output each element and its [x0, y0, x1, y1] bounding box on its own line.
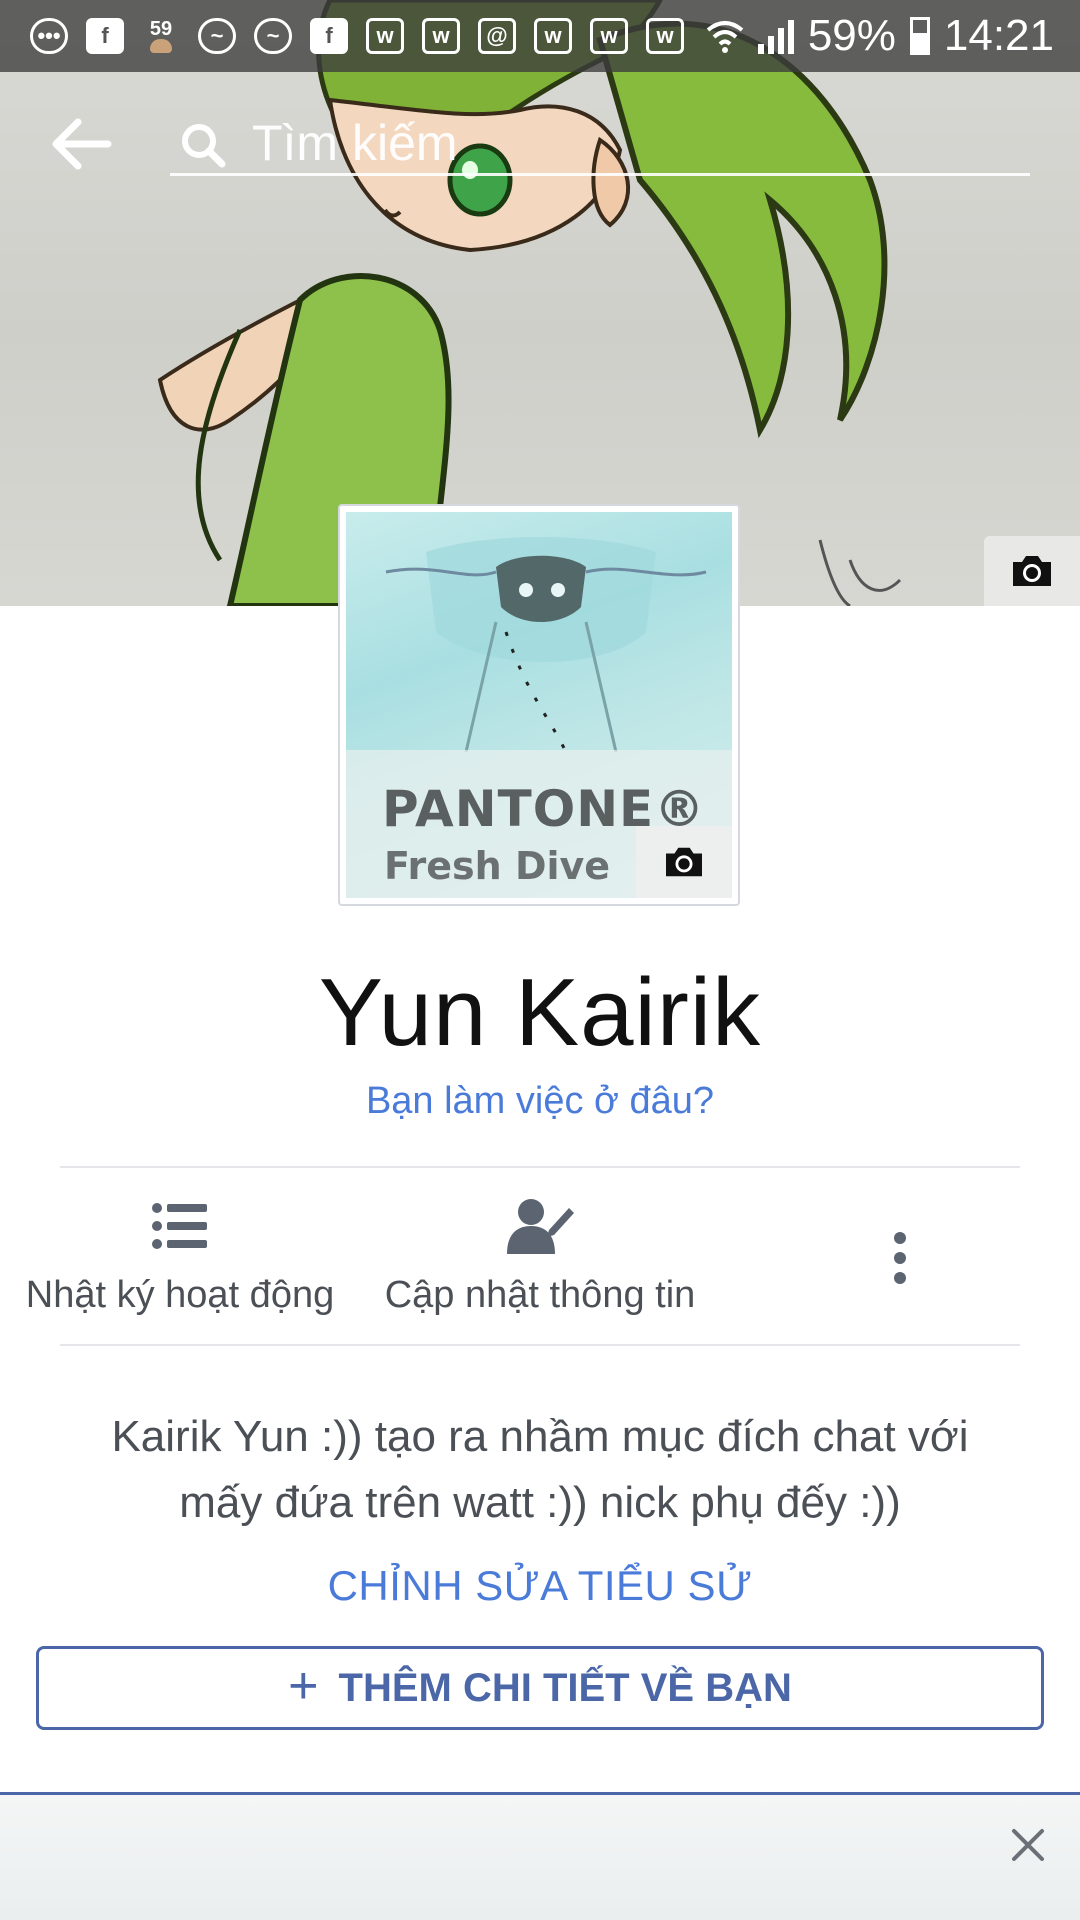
close-icon[interactable]	[1006, 1823, 1050, 1867]
messenger-icon: ~	[198, 18, 236, 54]
suggestion-card[interactable]	[0, 1792, 1080, 1920]
profile-actions: Nhật ký hoạt động Cập nhật thông tin	[0, 1166, 1080, 1344]
facebook-icon: f	[310, 18, 348, 54]
add-details-label: THÊM CHI TIẾT VỀ BẠN	[338, 1665, 792, 1710]
profile-picture-image: PANTONE® Fresh Dive	[346, 512, 732, 898]
pantone-color-name: Fresh Dive	[384, 844, 611, 888]
signal-icon	[757, 18, 794, 54]
notification-icons: ••• f 59 ~ ~ f w w @ w w w	[30, 18, 684, 54]
search-input[interactable]	[170, 112, 1030, 176]
plus-icon: +	[288, 1657, 319, 1715]
messenger-icon: ~	[254, 18, 292, 54]
wattpad-icon: w	[590, 18, 628, 54]
activity-log-label: Nhật ký hoạt động	[25, 1274, 335, 1316]
wifi-icon	[706, 21, 744, 53]
battery-icon	[909, 17, 930, 55]
wattpad-icon: w	[646, 18, 684, 54]
more-options-button[interactable]	[850, 1166, 950, 1344]
camera-icon	[1013, 556, 1051, 586]
profile-camera-button[interactable]	[636, 826, 732, 898]
activity-log-button[interactable]: Nhật ký hoạt động	[10, 1166, 350, 1344]
wattpad-icon: w	[422, 18, 460, 54]
messenger-bubble-icon: •••	[30, 18, 68, 54]
list-icon	[152, 1203, 207, 1249]
bio-text: Kairik Yun :)) tạo ra nhầm mục đích chat…	[111, 1412, 969, 1527]
avatar-notification-icon: 59	[142, 18, 180, 54]
add-work-link[interactable]: Bạn làm việc ở đâu?	[0, 1080, 1080, 1123]
wattpad-icon: w	[534, 18, 572, 54]
battery-percent: 59%	[807, 11, 896, 60]
update-info-label: Cập nhật thông tin	[384, 1274, 696, 1316]
edit-profile-icon	[507, 1199, 574, 1254]
edit-bio-link[interactable]: CHỈNH SỬA TIỂU SỬ	[0, 1562, 1080, 1610]
camera-icon	[666, 847, 702, 877]
profile-name: Yun Kairik	[318, 959, 762, 1066]
divider	[60, 1344, 1020, 1346]
facebook-icon: f	[86, 18, 124, 54]
email-icon: @	[478, 18, 516, 54]
search-bar	[0, 72, 1080, 212]
clock: 14:21	[943, 11, 1054, 60]
wattpad-icon: w	[366, 18, 404, 54]
add-details-button[interactable]: + THÊM CHI TIẾT VỀ BẠN	[36, 1646, 1044, 1730]
status-bar: ••• f 59 ~ ~ f w w @ w w w 59% 14:21	[0, 0, 1080, 72]
profile-picture[interactable]: PANTONE® Fresh Dive	[338, 504, 740, 906]
back-arrow-icon[interactable]	[50, 116, 114, 172]
cover-camera-button[interactable]	[984, 536, 1080, 606]
notification-badge: 59	[149, 18, 173, 40]
search-icon	[182, 124, 226, 168]
more-vertical-icon	[894, 1232, 906, 1284]
update-info-button[interactable]: Cập nhật thông tin	[370, 1166, 710, 1344]
